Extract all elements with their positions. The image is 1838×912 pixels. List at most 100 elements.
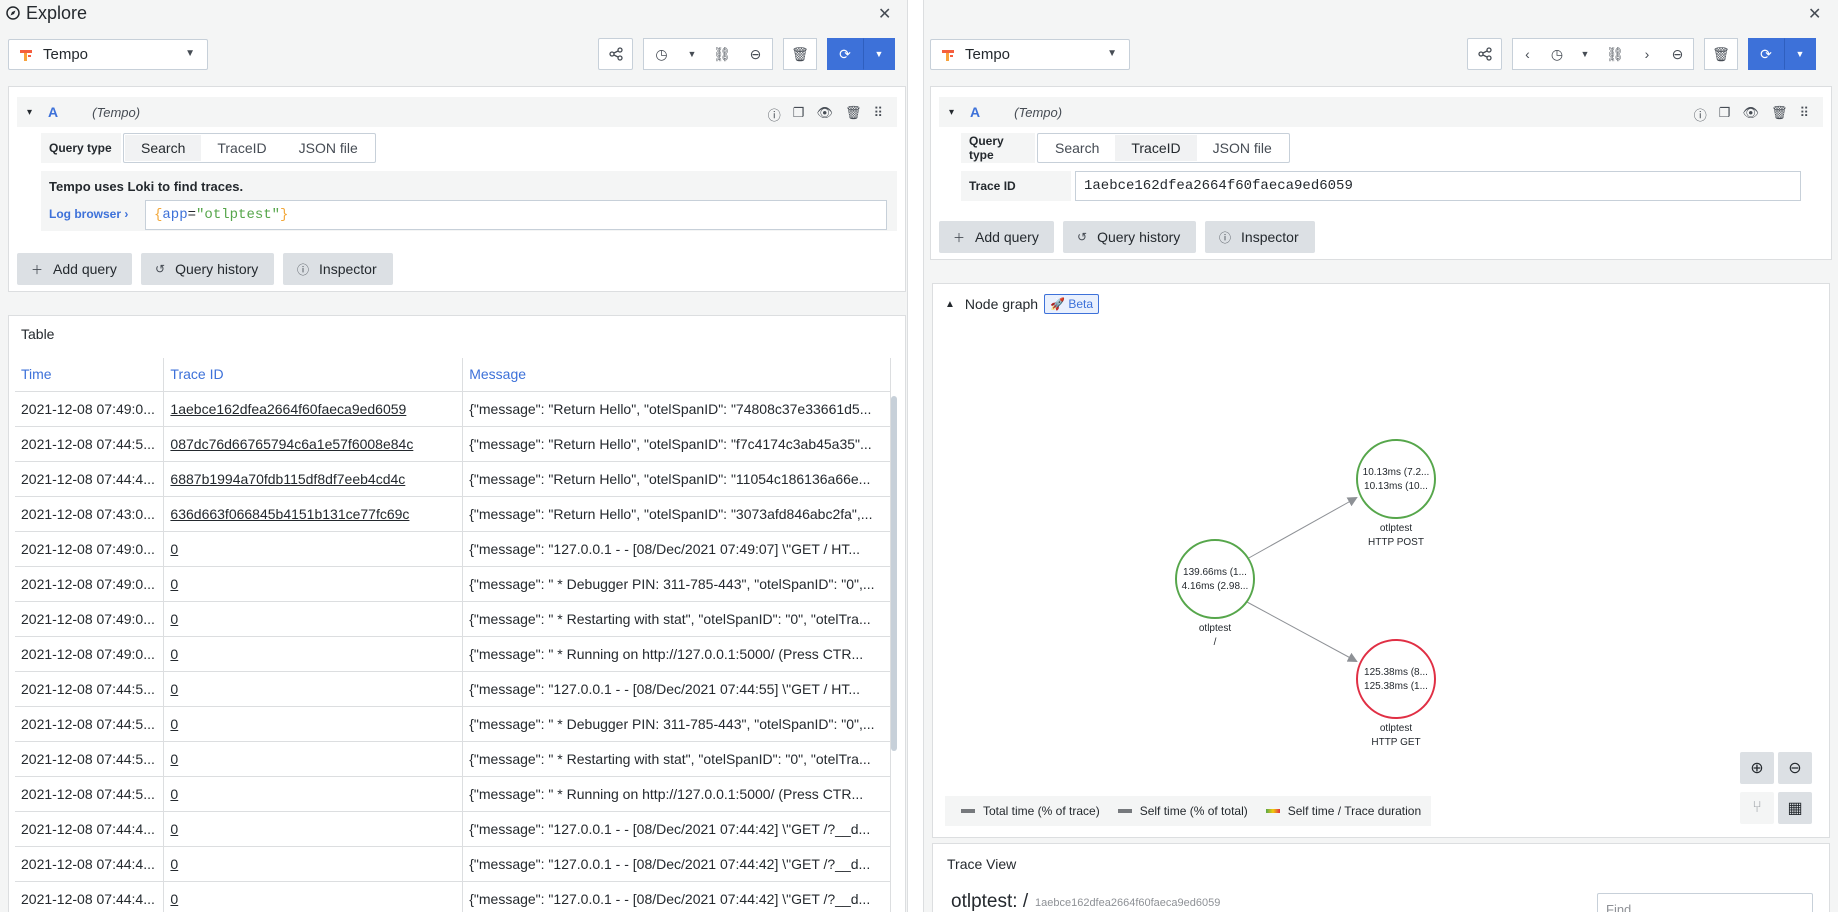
clear-button[interactable]: 🗑 (783, 38, 817, 70)
run-query-dropdown[interactable]: ▼ (1784, 38, 1816, 70)
run-query-button[interactable]: ⟳ (827, 38, 863, 70)
cell-trace-id[interactable]: 0 (163, 881, 464, 912)
query-type-search[interactable]: Search (125, 135, 202, 161)
datasource-picker[interactable]: Tempo ▼ (8, 39, 208, 70)
cell-time: 2021-12-08 07:44:4... (15, 881, 165, 912)
query-letter[interactable]: A (970, 104, 980, 120)
node-graph-canvas[interactable]: 139.66ms (1... 4.16ms (2.98... otlptest … (933, 314, 1831, 814)
cell-message: {"message": " * Running on http://127.0.… (462, 776, 891, 812)
cell-trace-id[interactable]: 1aebce162dfea2664f60faeca9ed6059 (163, 391, 464, 427)
beta-badge: 🚀 Beta (1044, 294, 1100, 314)
column-header-message[interactable]: Message (462, 358, 891, 392)
cell-trace-id[interactable]: 0 (163, 601, 464, 637)
legend-self-duration[interactable]: Self time / Trace duration (1265, 804, 1421, 818)
time-picker-dropdown[interactable]: ▼ (679, 38, 705, 70)
table-scrollbar[interactable] (891, 396, 897, 751)
drag-handle-icon[interactable]: ⠿ (1799, 105, 1809, 124)
cell-trace-id[interactable]: 0 (163, 531, 464, 567)
cell-trace-id[interactable]: 087dc76d66765794c6a1e57f6008e84c (163, 426, 464, 462)
duplicate-icon[interactable]: ❐ (1719, 105, 1731, 124)
cell-time: 2021-12-08 07:44:4... (15, 461, 165, 497)
inspector-button[interactable]: ⓘ Inspector (283, 253, 393, 285)
cell-trace-id[interactable]: 0 (163, 846, 464, 882)
layout-grid-button[interactable]: ▦ (1778, 792, 1812, 824)
query-datasource-label: (Tempo) (1014, 104, 1063, 120)
collapse-chevron-icon[interactable]: ▾ (949, 107, 954, 118)
share-button[interactable] (1467, 38, 1502, 70)
cell-trace-id[interactable]: 636d663f066845b4151b131ce77fc69c (163, 496, 464, 532)
toolbar: ‹ ◷ ▼ ⛓ › ⊖ 🗑 ⟳ ▼ (1467, 38, 1816, 70)
time-picker-button[interactable]: ◷ (1542, 38, 1572, 70)
cell-trace-id[interactable]: 0 (163, 741, 464, 777)
add-query-button[interactable]: ＋ Add query (17, 253, 132, 285)
cell-trace-id[interactable]: 6887b1994a70fdb115df8df7eeb4cd4c (163, 461, 464, 497)
query-editor-card: ▾ A (Tempo) ⓘ ❐ 👁 🗑 ⠿ Query type Search … (930, 86, 1832, 260)
time-picker-button[interactable]: ◷ (643, 38, 679, 70)
cell-message: {"message": " * Restarting with stat", "… (462, 741, 891, 777)
legend-label: Self time (% of total) (1139, 804, 1248, 818)
cell-trace-id[interactable]: 0 (163, 566, 464, 602)
query-type-json[interactable]: JSON file (1197, 135, 1288, 161)
node-http-get[interactable]: 125.38ms (8... 125.38ms (1... otlptest H… (1356, 639, 1436, 748)
trace-id-input[interactable]: 1aebce162dfea2664f60faeca9ed6059 (1075, 171, 1801, 201)
copy-link-button[interactable]: ⛓ (1598, 38, 1632, 70)
query-letter[interactable]: A (48, 104, 58, 120)
zoom-out-button[interactable]: ⊖ (1662, 38, 1694, 70)
legend-self-time[interactable]: Self time (% of total) (1117, 804, 1248, 818)
eye-icon[interactable]: 👁 (1742, 105, 1759, 124)
node-graph-header[interactable]: ▲ Node graph 🚀 Beta (945, 294, 1100, 314)
rocket-icon: 🚀 (1050, 297, 1066, 311)
inspector-label: Inspector (319, 261, 377, 277)
close-icon[interactable]: ✕ (1808, 4, 1821, 24)
chevron-down-icon: ▼ (185, 48, 195, 59)
cell-trace-id[interactable]: 0 (163, 636, 464, 672)
query-type-traceid[interactable]: TraceID (1115, 135, 1197, 161)
zoom-in-button[interactable]: ⊕ (1740, 752, 1774, 784)
cell-trace-id[interactable]: 0 (163, 811, 464, 847)
inspector-button[interactable]: ⓘ Inspector (1205, 221, 1315, 253)
time-picker-dropdown[interactable]: ▼ (1572, 38, 1598, 70)
eye-icon[interactable]: 👁 (816, 105, 833, 124)
query-type-traceid[interactable]: TraceID (201, 135, 282, 161)
zoom-out-button[interactable]: ⊖ (739, 38, 773, 70)
time-back-button[interactable]: ‹ (1512, 38, 1542, 70)
help-icon[interactable]: ⓘ (1694, 105, 1707, 124)
run-query-button[interactable]: ⟳ (1748, 38, 1784, 70)
column-header-time[interactable]: Time (15, 358, 165, 392)
trash-icon[interactable]: 🗑 (1771, 105, 1788, 124)
datasource-picker[interactable]: Tempo ▼ (930, 39, 1130, 70)
zoom-in-icon: ⊕ (1750, 760, 1764, 777)
cell-time: 2021-12-08 07:44:5... (15, 741, 165, 777)
trash-icon[interactable]: 🗑 (845, 105, 862, 124)
cell-trace-id[interactable]: 0 (163, 706, 464, 742)
query-type-row: Query type Search TraceID JSON file (41, 133, 376, 163)
time-forward-button[interactable]: › (1632, 38, 1662, 70)
cell-message: {"message": "Return Hello", "otelSpanID"… (462, 496, 891, 532)
zoom-out-button[interactable]: ⊖ (1778, 752, 1812, 784)
drag-handle-icon[interactable]: ⠿ (873, 105, 883, 124)
column-header-trace-id[interactable]: Trace ID (163, 358, 464, 392)
run-query-dropdown[interactable]: ▼ (863, 38, 895, 70)
log-browser-button[interactable]: Log browser › (49, 207, 128, 221)
cell-trace-id[interactable]: 0 (163, 776, 464, 812)
node-http-post[interactable]: 10.13ms (7.2... 10.13ms (10... otlptest … (1356, 439, 1436, 548)
layout-graph-button[interactable]: ⑂ (1740, 792, 1774, 824)
query-history-button[interactable]: ↺ Query history (1063, 221, 1196, 253)
share-button[interactable] (598, 38, 633, 70)
close-icon[interactable]: ✕ (878, 4, 891, 24)
find-input[interactable]: Find (1597, 893, 1813, 912)
add-query-button[interactable]: ＋ Add query (939, 221, 1054, 253)
query-history-button[interactable]: ↺ Query history (141, 253, 274, 285)
duplicate-icon[interactable]: ❐ (793, 105, 805, 124)
query-type-json[interactable]: JSON file (283, 135, 374, 161)
pane-divider[interactable] (907, 0, 924, 912)
clear-button[interactable]: 🗑 (1704, 38, 1738, 70)
copy-link-button[interactable]: ⛓ (705, 38, 739, 70)
node-root[interactable]: 139.66ms (1... 4.16ms (2.98... otlptest … (1175, 539, 1255, 648)
legend-total-time[interactable]: Total time (% of trace) (961, 804, 1100, 818)
query-type-search[interactable]: Search (1039, 135, 1115, 161)
log-query-input[interactable]: {app="otlptest"} (145, 200, 887, 230)
collapse-chevron-icon[interactable]: ▾ (27, 107, 32, 118)
cell-trace-id[interactable]: 0 (163, 671, 464, 707)
help-icon[interactable]: ⓘ (768, 105, 781, 124)
